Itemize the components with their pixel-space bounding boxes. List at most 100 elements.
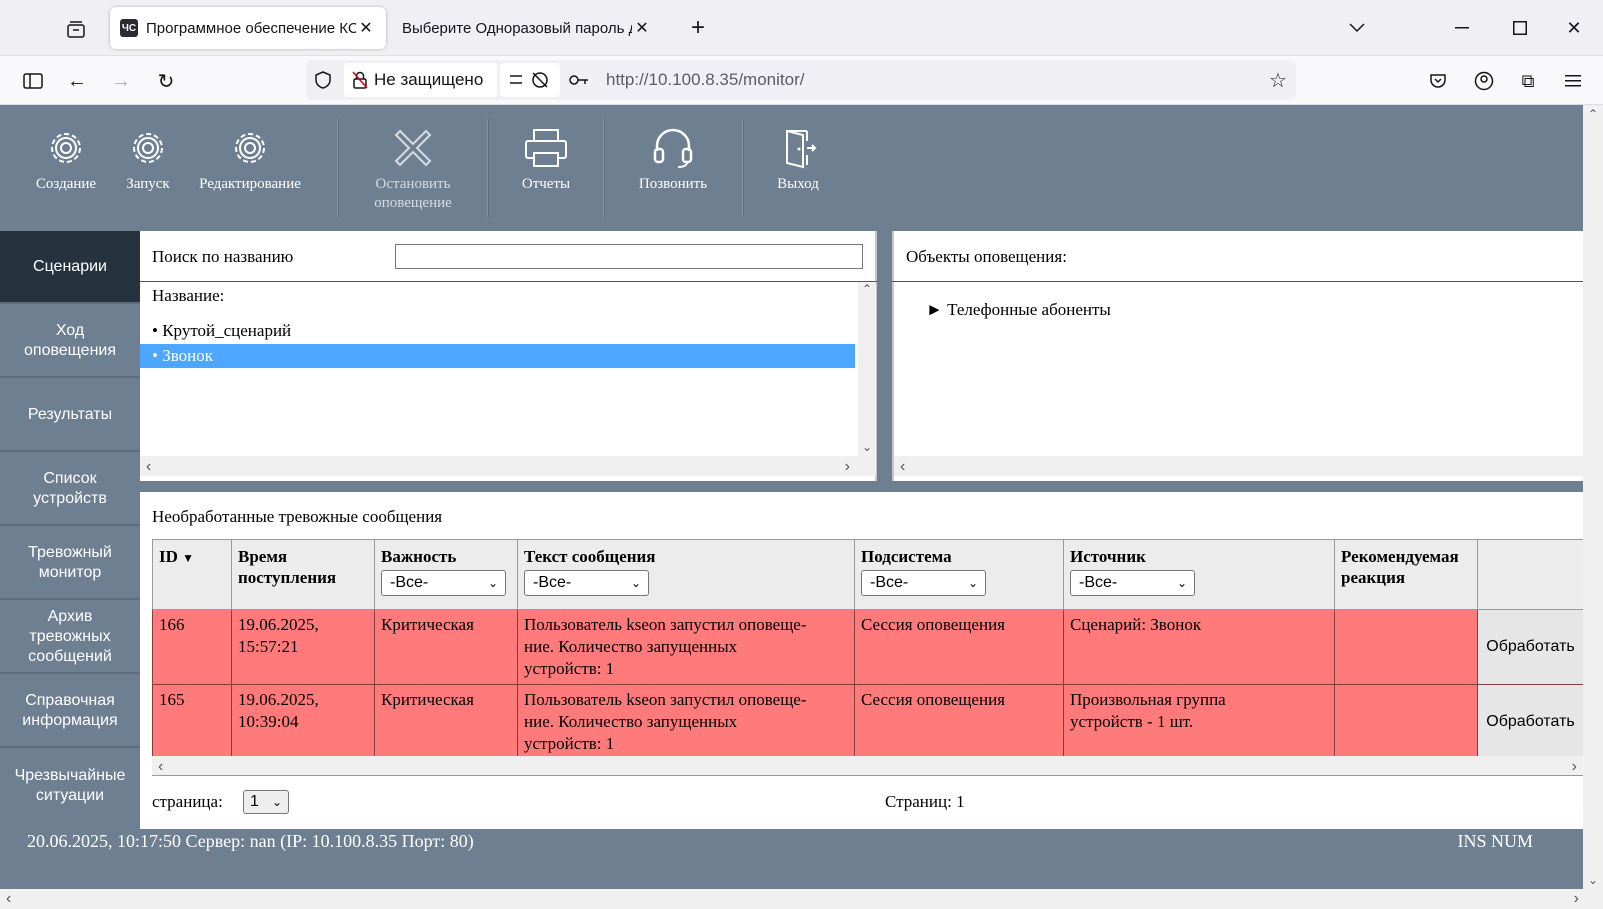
table-row[interactable]: 166 19.06.2025, 15:57:21 Критическая Поль…	[152, 609, 1584, 685]
cell-time: 19.06.2025, 10:39:04	[231, 684, 375, 760]
sidebar-item-label: ситуации	[35, 786, 105, 804]
status-keyboard: INS NUM	[1457, 831, 1533, 851]
gear-icon	[133, 133, 163, 163]
permissions-icon[interactable]	[500, 63, 560, 97]
cell-text-line: ние. Количество запущенных	[524, 637, 738, 656]
subsystem-filter-select[interactable]: -Все- ⌄	[861, 570, 986, 596]
sidebar-item-label: Справочная	[25, 691, 115, 709]
call-button[interactable]: Позвонить	[628, 127, 718, 194]
sidebar-item-emergencies[interactable]: Чрезвычайные ситуации	[0, 749, 140, 822]
back-icon[interactable]: ←	[64, 68, 90, 94]
page-horizontal-scrollbar[interactable]: ‹ ›	[0, 889, 1603, 909]
scroll-down-icon[interactable]: ⌄	[1588, 873, 1598, 887]
scroll-left-icon[interactable]: ‹	[158, 758, 163, 776]
app-favicon: ЧС	[120, 19, 138, 37]
close-tab-icon[interactable]: ✕	[356, 18, 376, 38]
cell-source-line: Сценарий: Звонок	[1070, 615, 1202, 634]
edit-button[interactable]: Редактирование	[190, 127, 310, 194]
close-window-icon[interactable]: ✕	[1560, 14, 1588, 42]
column-reaction-label: реакция	[1341, 568, 1406, 587]
scroll-down-icon[interactable]: ⌄	[862, 440, 872, 454]
minimize-icon[interactable]	[1448, 14, 1476, 42]
column-time[interactable]: Время поступления	[231, 539, 375, 610]
menu-icon[interactable]	[1560, 68, 1586, 94]
process-button[interactable]: Обработать	[1477, 684, 1584, 760]
page-vertical-scrollbar[interactable]: ⌃ ⌄	[1583, 105, 1603, 889]
filter-value: -Все-	[533, 574, 572, 591]
sidebar-item-label: Результаты	[27, 405, 113, 423]
page-label: страница:	[152, 792, 223, 811]
security-indicator[interactable]: Не защищено	[344, 63, 497, 97]
sidebar-item-results[interactable]: Результаты	[0, 379, 140, 452]
text-filter-select[interactable]: -Все- ⌄	[524, 570, 649, 596]
scroll-left-icon[interactable]: ‹	[900, 458, 905, 476]
sidebar-item-alarm-monitor[interactable]: Тревожный монитор	[0, 527, 140, 600]
column-severity-label: Важность	[381, 547, 457, 566]
sidebar-item-alert-progress[interactable]: Ход оповещения	[0, 305, 140, 378]
url-text[interactable]: http://10.100.8.35/monitor/	[606, 70, 804, 90]
column-reaction-label: Рекомендуемая	[1341, 547, 1459, 566]
cell-reaction	[1334, 609, 1478, 685]
scroll-up-icon[interactable]: ⌃	[862, 282, 872, 296]
tab-otp[interactable]: Выберите Одноразовый пароль для ✕	[392, 7, 662, 49]
column-time-label: поступления	[238, 568, 337, 587]
severity-filter-select[interactable]: -Все- ⌄	[381, 570, 506, 596]
alarms-table: ID ▼ Время поступления Важность -Все- ⌄ Тек…	[152, 539, 1584, 760]
cell-time-date: 19.06.2025,	[238, 690, 319, 709]
scroll-right-icon[interactable]: ›	[1572, 758, 1577, 776]
sidebar-item-label: информация	[22, 711, 118, 729]
new-tab-icon[interactable]: +	[684, 14, 712, 42]
tab-list-icon[interactable]	[62, 16, 90, 42]
toolbar-separator	[337, 119, 339, 217]
shield-icon[interactable]	[312, 69, 334, 91]
column-id[interactable]: ID ▼	[152, 539, 232, 610]
alarms-horizontal-scrollbar[interactable]: ‹ ›	[152, 756, 1583, 776]
close-tab-icon[interactable]: ✕	[632, 18, 652, 38]
table-row[interactable]: 165 19.06.2025, 10:39:04 Критическая Поль…	[152, 684, 1584, 760]
stop-alert-label-2: оповещение	[374, 195, 452, 211]
pocket-icon[interactable]	[1425, 68, 1451, 94]
column-id-label: ID	[159, 547, 178, 566]
stop-alert-button[interactable]: Остановить оповещение	[355, 127, 471, 213]
tree-node-phone-subscribers[interactable]: ► Телефонные абоненты	[926, 300, 1111, 320]
launch-button[interactable]: Запуск	[116, 127, 180, 194]
url-bar[interactable]: Не защищено http://10.100.8.35/monitor/ …	[306, 60, 1296, 100]
scenario-horizontal-scrollbar[interactable]: ‹ ›	[140, 456, 876, 476]
sidebar-item-scenarios[interactable]: Сценарии	[0, 231, 140, 304]
tab-active[interactable]: ЧС Программное обеспечение КС ✕	[110, 7, 386, 49]
sidebar-toggle-icon[interactable]	[20, 68, 46, 94]
scenario-vertical-scrollbar[interactable]: ⌃ ⌄	[858, 282, 876, 456]
page-select-value: 1	[250, 793, 259, 810]
page-select[interactable]: 1 ⌄	[243, 790, 289, 814]
extensions-icon[interactable]: ⧉	[1515, 68, 1541, 94]
account-icon[interactable]	[1471, 68, 1497, 94]
scroll-left-icon[interactable]: ‹	[146, 458, 151, 476]
objects-horizontal-scrollbar[interactable]: ‹	[894, 456, 1583, 476]
scenario-item[interactable]: • Крутой_сценарий	[140, 319, 855, 343]
exit-button[interactable]: Выход	[770, 127, 826, 194]
key-icon[interactable]	[568, 69, 590, 91]
sidebar-item-device-list[interactable]: Список устройств	[0, 453, 140, 526]
chevron-down-icon[interactable]	[1343, 14, 1371, 42]
search-input[interactable]	[395, 244, 863, 269]
source-filter-select[interactable]: -Все- ⌄	[1070, 570, 1195, 596]
scenario-item-selected[interactable]: • Звонок	[140, 344, 855, 368]
forward-icon[interactable]: →	[108, 68, 134, 94]
chevron-down-icon: ⌄	[967, 576, 978, 590]
maximize-icon[interactable]	[1506, 14, 1534, 42]
filter-value: -Все-	[1079, 574, 1118, 591]
sidebar-nav: Сценарии Ход оповещения Результаты Список…	[0, 231, 140, 826]
bookmark-star-icon[interactable]: ☆	[1266, 68, 1290, 92]
scroll-left-icon[interactable]: ‹	[6, 890, 11, 908]
sidebar-item-alarm-archive[interactable]: Архив тревожных сообщений	[0, 601, 140, 674]
sidebar-item-reference[interactable]: Справочная информация	[0, 675, 140, 748]
scroll-right-icon[interactable]: ›	[1574, 890, 1579, 908]
reports-button[interactable]: Отчеты	[510, 127, 582, 194]
security-label: Не защищено	[374, 70, 484, 89]
scroll-right-icon[interactable]: ›	[845, 458, 850, 476]
create-button[interactable]: Создание	[28, 127, 104, 194]
scroll-up-icon[interactable]: ⌃	[1588, 107, 1598, 121]
reload-icon[interactable]: ↻	[153, 68, 179, 94]
process-button[interactable]: Обработать	[1477, 609, 1584, 685]
cell-time-clock: 10:39:04	[238, 712, 299, 731]
